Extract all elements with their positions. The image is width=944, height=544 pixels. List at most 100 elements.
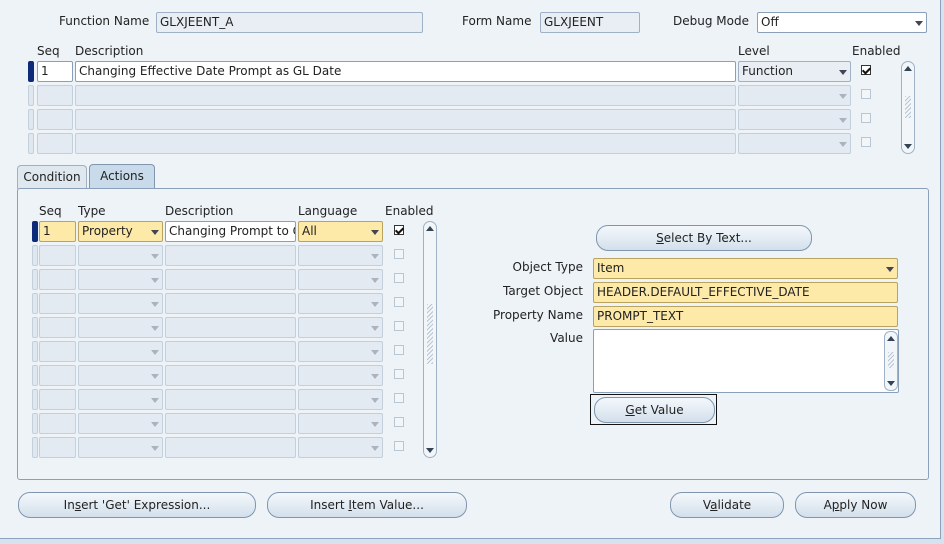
- tab-condition[interactable]: Condition: [17, 165, 87, 189]
- act-enabled-checkbox[interactable]: [394, 369, 404, 379]
- pers-enabled-checkbox[interactable]: [861, 89, 871, 99]
- scroll-up-icon[interactable]: [904, 66, 912, 71]
- validate-button[interactable]: Validate: [670, 492, 784, 518]
- act-seq-field[interactable]: [39, 341, 76, 362]
- act-seq-field[interactable]: 1: [39, 221, 76, 242]
- scroll-down-icon[interactable]: [887, 381, 895, 386]
- pers-seq-field[interactable]: 1: [37, 61, 73, 82]
- act-enabled-checkbox[interactable]: [394, 321, 404, 331]
- act-enabled-checkbox[interactable]: [394, 393, 404, 403]
- target-object-field[interactable]: HEADER.DEFAULT_EFFECTIVE_DATE: [593, 282, 898, 303]
- act-language-select[interactable]: [298, 413, 383, 434]
- pers-seq-field[interactable]: [37, 133, 73, 154]
- act-row-marker[interactable]: [32, 389, 38, 410]
- form-name-field[interactable]: GLXJEENT: [540, 12, 640, 33]
- property-name-field[interactable]: PROMPT_TEXT: [593, 306, 898, 327]
- act-row-marker[interactable]: [32, 365, 38, 386]
- act-language-select[interactable]: [298, 389, 383, 410]
- get-value-button[interactable]: Get Value: [594, 397, 715, 423]
- value-scrollbar[interactable]: [884, 331, 898, 391]
- act-language-select[interactable]: [298, 365, 383, 386]
- act-enabled-checkbox[interactable]: [394, 441, 404, 451]
- act-seq-field[interactable]: [39, 317, 76, 338]
- pers-seq-field[interactable]: [37, 109, 73, 130]
- act-seq-field[interactable]: [39, 269, 76, 290]
- act-description-field[interactable]: [165, 317, 296, 338]
- act-row-marker[interactable]: [32, 293, 38, 314]
- pers-enabled-checkbox[interactable]: [861, 137, 871, 147]
- pers-enabled-checkbox[interactable]: [861, 113, 871, 123]
- pers-seq-field[interactable]: [37, 85, 73, 106]
- tab-actions[interactable]: Actions: [89, 164, 155, 189]
- act-description-field[interactable]: [165, 269, 296, 290]
- act-seq-field[interactable]: [39, 437, 76, 458]
- act-seq-field[interactable]: [39, 389, 76, 410]
- act-description-field[interactable]: [165, 413, 296, 434]
- act-description-field[interactable]: [165, 437, 296, 458]
- act-type-select[interactable]: Property: [78, 221, 163, 242]
- act-description-field[interactable]: [165, 341, 296, 362]
- act-language-select[interactable]: All: [298, 221, 383, 242]
- pers-level-select[interactable]: [738, 133, 851, 154]
- object-type-select[interactable]: Item: [593, 258, 898, 279]
- pers-row-marker[interactable]: [28, 85, 34, 106]
- act-seq-field[interactable]: [39, 365, 76, 386]
- insert-item-value-button[interactable]: Insert Item Value...: [267, 492, 467, 518]
- act-type-select[interactable]: [78, 317, 163, 338]
- function-name-field[interactable]: GLXJEENT_A: [156, 12, 423, 33]
- act-row-marker[interactable]: [32, 245, 38, 266]
- act-enabled-checkbox[interactable]: [394, 345, 404, 355]
- pers-enabled-checkbox[interactable]: [861, 65, 871, 75]
- pers-level-select[interactable]: Function: [738, 61, 851, 82]
- pers-row-marker[interactable]: [28, 109, 34, 130]
- act-type-select[interactable]: [78, 269, 163, 290]
- pers-scrollbar[interactable]: [901, 61, 915, 154]
- pers-row-marker-current[interactable]: [28, 61, 34, 82]
- pers-row-marker[interactable]: [28, 133, 34, 154]
- act-seq-field[interactable]: [39, 245, 76, 266]
- pers-description-field[interactable]: [75, 133, 736, 154]
- act-enabled-checkbox[interactable]: [394, 249, 404, 259]
- act-seq-field[interactable]: [39, 293, 76, 314]
- act-row-marker[interactable]: [32, 341, 38, 362]
- pers-level-select[interactable]: [738, 109, 851, 130]
- act-type-select[interactable]: [78, 365, 163, 386]
- pers-description-field[interactable]: [75, 109, 736, 130]
- act-description-field[interactable]: Changing Prompt to G: [165, 221, 296, 242]
- scroll-up-icon[interactable]: [426, 226, 434, 231]
- act-language-select[interactable]: [298, 341, 383, 362]
- pers-level-select[interactable]: [738, 85, 851, 106]
- act-row-marker[interactable]: [32, 269, 38, 290]
- act-description-field[interactable]: [165, 389, 296, 410]
- act-description-field[interactable]: [165, 245, 296, 266]
- act-enabled-checkbox[interactable]: [394, 297, 404, 307]
- select-by-text-button[interactable]: Select By Text...: [596, 225, 812, 251]
- act-type-select[interactable]: [78, 413, 163, 434]
- apply-now-button[interactable]: Apply Now: [795, 492, 916, 518]
- pers-description-field[interactable]: [75, 85, 736, 106]
- act-row-marker[interactable]: [32, 413, 38, 434]
- pers-description-field[interactable]: Changing Effective Date Prompt as GL Dat…: [75, 61, 736, 82]
- act-enabled-checkbox[interactable]: [394, 417, 404, 427]
- act-type-select[interactable]: [78, 293, 163, 314]
- act-type-select[interactable]: [78, 389, 163, 410]
- scroll-up-icon[interactable]: [887, 336, 895, 341]
- act-description-field[interactable]: [165, 365, 296, 386]
- act-seq-field[interactable]: [39, 413, 76, 434]
- act-language-select[interactable]: [298, 269, 383, 290]
- insert-get-expression-button[interactable]: Insert 'Get' Expression...: [18, 492, 256, 518]
- debug-mode-select[interactable]: Off: [757, 12, 927, 33]
- act-row-marker[interactable]: [32, 317, 38, 338]
- act-type-select[interactable]: [78, 437, 163, 458]
- value-textarea[interactable]: [593, 329, 899, 393]
- act-type-select[interactable]: [78, 341, 163, 362]
- scroll-down-icon[interactable]: [426, 448, 434, 453]
- act-row-marker-current[interactable]: [32, 221, 38, 242]
- act-description-field[interactable]: [165, 293, 296, 314]
- act-language-select[interactable]: [298, 293, 383, 314]
- act-enabled-checkbox[interactable]: [394, 273, 404, 283]
- act-language-select[interactable]: [298, 317, 383, 338]
- act-type-select[interactable]: [78, 245, 163, 266]
- scroll-down-icon[interactable]: [904, 144, 912, 149]
- actions-scrollbar[interactable]: [423, 221, 437, 458]
